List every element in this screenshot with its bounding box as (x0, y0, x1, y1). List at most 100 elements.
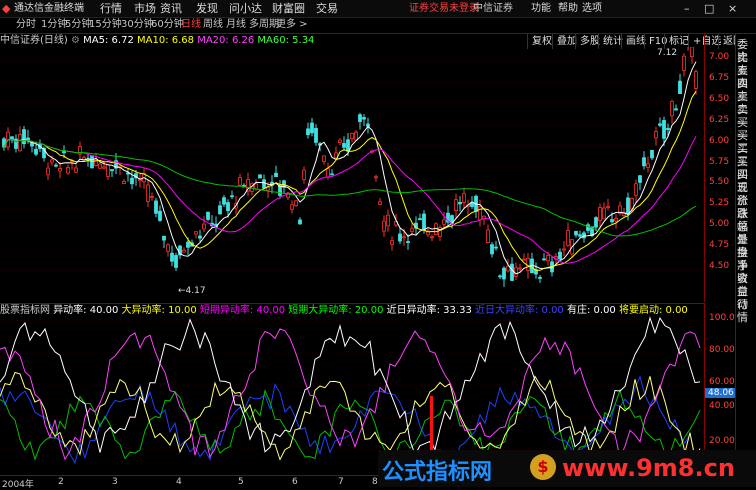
side-panel-label[interactable]: 行情 (737, 298, 756, 324)
indicator-tick-label: 80.00 (709, 345, 735, 355)
candle-body (202, 223, 206, 230)
menu-function[interactable]: 功能 (531, 1, 551, 16)
watermark-text: 公式指标网 (382, 460, 493, 485)
watermark-url: www.9m8.cn (562, 454, 735, 482)
chart-title-line: 中信证券(日线) ⚙ MA5: 6.72 MA10: 6.68 MA20: 6.… (0, 34, 314, 47)
indicator-param: 短期异动率: 40.00 (199, 305, 289, 316)
login-notice[interactable]: 证券交易未登录 (409, 1, 479, 16)
candle-body (338, 139, 342, 143)
candle-body (510, 263, 514, 281)
high-annotation: 7.12 (657, 48, 677, 58)
candle-body (262, 179, 266, 189)
candle-body (458, 201, 462, 205)
minimize-button[interactable]: – (684, 1, 690, 16)
date-tick-label: 3 (112, 477, 118, 487)
maximize-button[interactable]: □ (704, 1, 714, 16)
candle-body (634, 183, 638, 196)
candle-body (274, 172, 278, 177)
candle-body (374, 176, 378, 179)
tab-multi-period[interactable]: 多周期 (249, 18, 279, 32)
candle-body (58, 168, 62, 172)
candle-body (598, 207, 602, 222)
indicator-params-line: 股票指标网 异动率: 40.00 大异动率: 10.00 短期异动率: 40.0… (0, 303, 704, 317)
candle-body (74, 167, 78, 173)
ma10-line (3, 91, 697, 271)
candle-body (602, 207, 606, 220)
candle-body (314, 128, 318, 143)
candle-body (678, 80, 682, 94)
tab-monthly[interactable]: 月线 (226, 18, 246, 32)
candle-body (362, 117, 366, 120)
ma60-label: MA60: 5.34 (257, 35, 315, 46)
menu-quotes[interactable]: 行情 (100, 1, 122, 16)
price-tick-label: 7.00 (709, 52, 730, 62)
indicator-param: 将要启动: 0.00 (618, 305, 688, 316)
candle-body (302, 169, 306, 180)
tab-daily[interactable]: 日线 (181, 18, 201, 32)
candle-body (398, 233, 402, 242)
candle-body (382, 220, 386, 232)
menu-discover[interactable]: 发现 (196, 1, 218, 16)
tab-60min[interactable]: 60分钟 (151, 18, 184, 32)
tab-intraday[interactable]: 分时 (16, 18, 36, 32)
menu-trade[interactable]: 交易 (316, 1, 338, 16)
tab-weekly[interactable]: 周线 (203, 18, 223, 32)
candle-body (666, 127, 670, 130)
price-tick-label: 6.25 (709, 114, 730, 125)
price-tick-label: 5.25 (709, 198, 730, 209)
date-tick-label: 6 (292, 477, 298, 487)
tab-15min[interactable]: 15分钟 (89, 18, 122, 32)
tab-1min[interactable]: 1分钟 (41, 18, 67, 32)
candle-body (106, 164, 110, 177)
candle-body (230, 195, 234, 198)
candle-body (410, 228, 414, 232)
candle-body (170, 252, 174, 262)
indicator-param: 近日异动率: 33.33 (386, 305, 475, 316)
candle-body (430, 236, 434, 239)
quote-side-panel: 委比 卖五 卖四 卖三 卖二 卖一 买一 买二 买三 买四 买五 现价 涨跌 涨幅 总量 外盘 换手 净资 收益 自动… (735, 34, 756, 487)
settings-icon[interactable]: ⚙ (71, 35, 80, 46)
menu-options[interactable]: 选项 (582, 1, 602, 16)
candle-body (98, 163, 102, 169)
menu-market[interactable]: 市场 (134, 1, 156, 16)
candle-body (498, 275, 502, 278)
candle-body (226, 202, 230, 212)
candle-body (610, 219, 614, 223)
candle-body (422, 213, 426, 231)
broker-name: 中信证券 (473, 3, 513, 14)
candle-body (462, 193, 466, 203)
tab-30min[interactable]: 30分钟 (121, 18, 154, 32)
price-tick-label: 5.50 (709, 177, 730, 188)
app-logo-icon: ◆ (2, 2, 11, 15)
menu-wealth[interactable]: 财富圈 (272, 1, 305, 16)
candle-body (690, 47, 694, 58)
candle-body (198, 235, 202, 239)
close-button[interactable]: × (728, 1, 737, 16)
price-axis: 7.00 6.75 6.50 6.25 6.00 5.75 5.50 5.25 5.00 4.75… (704, 34, 736, 302)
candle-body (154, 200, 158, 214)
menu-news[interactable]: 资讯 (160, 1, 182, 16)
menu-help[interactable]: 帮助 (558, 1, 578, 16)
indicator-tick-label: 20.00 (709, 436, 735, 446)
candle-body (522, 258, 526, 261)
candle-body (294, 200, 298, 207)
candle-body (146, 184, 150, 202)
candle-body (266, 187, 270, 191)
candle-body (562, 248, 566, 251)
candle-body (594, 217, 598, 228)
indicator-tick-label: 40.00 (709, 401, 735, 411)
tab-more[interactable]: 更多 > (276, 18, 308, 32)
candle-body (638, 175, 642, 183)
candle-body (358, 114, 362, 122)
candlestick-chart[interactable]: 7.12 ←4.17 (0, 47, 704, 302)
candle-body (310, 122, 314, 134)
candle-body (490, 244, 494, 255)
candle-body (418, 218, 422, 221)
candle-body (174, 255, 178, 268)
indicator-tick-label: 48.06 (705, 388, 737, 398)
menu-xiaoda[interactable]: 问小达 (229, 1, 262, 16)
candle-body (186, 241, 190, 248)
candle-body (162, 235, 166, 241)
tab-5min[interactable]: 5分钟 (65, 18, 91, 32)
price-tick-label: 6.50 (709, 93, 730, 104)
